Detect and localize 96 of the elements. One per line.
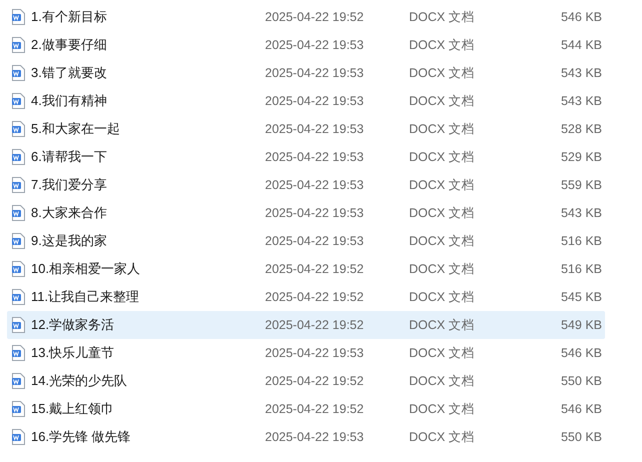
file-type: DOCX 文档 <box>409 36 476 54</box>
document-icon <box>11 149 25 165</box>
file-type: DOCX 文档 <box>409 232 476 250</box>
file-row[interactable]: 15.戴上红领巾 2025-04-22 19:52 DOCX 文档 546 KB <box>7 395 605 423</box>
file-type: DOCX 文档 <box>409 8 476 26</box>
file-name: 15.戴上红领巾 <box>31 400 116 418</box>
document-icon <box>11 233 25 249</box>
file-row[interactable]: 3.错了就要改 2025-04-22 19:53 DOCX 文档 543 KB <box>7 59 605 87</box>
document-icon <box>11 289 25 305</box>
file-type: DOCX 文档 <box>409 288 476 306</box>
file-name: 10.相亲相爱一家人 <box>31 260 142 278</box>
file-type: DOCX 文档 <box>409 176 476 194</box>
document-icon <box>11 177 25 193</box>
file-row[interactable]: 16.学先锋 做先锋 2025-04-22 19:53 DOCX 文档 550 KB <box>7 423 605 451</box>
modified-date: 2025-04-22 19:53 <box>265 148 365 166</box>
file-size: 546 KB <box>560 400 602 418</box>
modified-date: 2025-04-22 19:52 <box>265 372 365 390</box>
file-size: 516 KB <box>560 232 602 250</box>
modified-date: 2025-04-22 19:53 <box>265 344 365 362</box>
modified-date: 2025-04-22 19:53 <box>265 36 365 54</box>
modified-date: 2025-04-22 19:53 <box>265 120 365 138</box>
file-name: 7.我们爱分享 <box>31 176 108 194</box>
modified-date: 2025-04-22 19:53 <box>265 64 365 82</box>
file-name: 13.快乐儿童节 <box>31 344 116 362</box>
modified-date: 2025-04-22 19:53 <box>265 428 365 446</box>
document-icon <box>11 93 25 109</box>
file-type: DOCX 文档 <box>409 260 476 278</box>
file-name: 14.光荣的少先队 <box>31 372 128 390</box>
file-type: DOCX 文档 <box>409 204 476 222</box>
file-size: 545 KB <box>560 288 602 306</box>
document-icon <box>11 345 25 361</box>
file-row[interactable]: 13.快乐儿童节 2025-04-22 19:53 DOCX 文档 546 KB <box>7 339 605 367</box>
modified-date: 2025-04-22 19:52 <box>265 8 365 26</box>
file-row[interactable]: 6.请帮我一下 2025-04-22 19:53 DOCX 文档 529 KB <box>7 143 605 171</box>
file-name: 5.和大家在一起 <box>31 120 121 138</box>
file-size: 543 KB <box>560 204 602 222</box>
document-icon <box>11 429 25 445</box>
file-row[interactable]: 8.大家来合作 2025-04-22 19:53 DOCX 文档 543 KB <box>7 199 605 227</box>
file-row[interactable]: 10.相亲相爱一家人 2025-04-22 19:52 DOCX 文档 516 KB <box>7 255 605 283</box>
document-icon <box>11 121 25 137</box>
file-size: 546 KB <box>560 344 602 362</box>
file-row[interactable]: 1.有个新目标 2025-04-22 19:52 DOCX 文档 546 KB <box>7 3 605 31</box>
file-type: DOCX 文档 <box>409 148 476 166</box>
file-row[interactable]: 14.光荣的少先队 2025-04-22 19:52 DOCX 文档 550 KB <box>7 367 605 395</box>
file-type: DOCX 文档 <box>409 428 476 446</box>
document-icon <box>11 37 25 53</box>
document-icon <box>11 373 25 389</box>
file-name: 4.我们有精神 <box>31 92 108 110</box>
file-row[interactable]: 9.这是我的家 2025-04-22 19:53 DOCX 文档 516 KB <box>7 227 605 255</box>
file-type: DOCX 文档 <box>409 316 476 334</box>
file-size: 549 KB <box>560 316 602 334</box>
document-icon <box>11 9 25 25</box>
file-type: DOCX 文档 <box>409 344 476 362</box>
modified-date: 2025-04-22 19:52 <box>265 316 365 334</box>
file-size: 516 KB <box>560 260 602 278</box>
modified-date: 2025-04-22 19:53 <box>265 232 365 250</box>
file-name: 8.大家来合作 <box>31 204 108 222</box>
file-size: 559 KB <box>560 176 602 194</box>
file-row[interactable]: 4.我们有精神 2025-04-22 19:53 DOCX 文档 543 KB <box>7 87 605 115</box>
file-size: 543 KB <box>560 64 602 82</box>
file-name: 12.学做家务活 <box>31 316 116 334</box>
file-type: DOCX 文档 <box>409 92 476 110</box>
document-icon <box>11 261 25 277</box>
modified-date: 2025-04-22 19:52 <box>265 288 365 306</box>
file-row[interactable]: 5.和大家在一起 2025-04-22 19:53 DOCX 文档 528 KB <box>7 115 605 143</box>
file-row[interactable]: 11.让我自己来整理 2025-04-22 19:52 DOCX 文档 545 KB <box>7 283 605 311</box>
modified-date: 2025-04-22 19:53 <box>265 92 365 110</box>
file-name: 2.做事要仔细 <box>31 36 108 54</box>
document-icon <box>11 205 25 221</box>
document-icon <box>11 65 25 81</box>
file-name: 3.错了就要改 <box>31 64 108 82</box>
modified-date: 2025-04-22 19:52 <box>265 400 365 418</box>
file-size: 529 KB <box>560 148 602 166</box>
file-type: DOCX 文档 <box>409 120 476 138</box>
modified-date: 2025-04-22 19:53 <box>265 176 365 194</box>
document-icon <box>11 317 25 333</box>
modified-date: 2025-04-22 19:53 <box>265 204 365 222</box>
file-size: 543 KB <box>560 92 602 110</box>
file-name: 6.请帮我一下 <box>31 148 108 166</box>
file-row[interactable]: 7.我们爱分享 2025-04-22 19:53 DOCX 文档 559 KB <box>7 171 605 199</box>
file-type: DOCX 文档 <box>409 372 476 390</box>
file-name: 11.让我自己来整理 <box>31 288 140 306</box>
file-type: DOCX 文档 <box>409 64 476 82</box>
file-type: DOCX 文档 <box>409 400 476 418</box>
file-size: 528 KB <box>560 120 602 138</box>
file-size: 544 KB <box>560 36 602 54</box>
modified-date: 2025-04-22 19:52 <box>265 260 365 278</box>
document-icon <box>11 401 25 417</box>
file-row[interactable]: 12.学做家务活 2025-04-22 19:52 DOCX 文档 549 KB <box>7 311 605 339</box>
file-row[interactable]: 2.做事要仔细 2025-04-22 19:53 DOCX 文档 544 KB <box>7 31 605 59</box>
file-size: 550 KB <box>560 428 602 446</box>
file-size: 550 KB <box>560 372 602 390</box>
file-name: 9.这是我的家 <box>31 232 108 250</box>
file-size: 546 KB <box>560 8 602 26</box>
file-name: 16.学先锋 做先锋 <box>31 428 132 446</box>
file-name: 1.有个新目标 <box>31 8 108 26</box>
